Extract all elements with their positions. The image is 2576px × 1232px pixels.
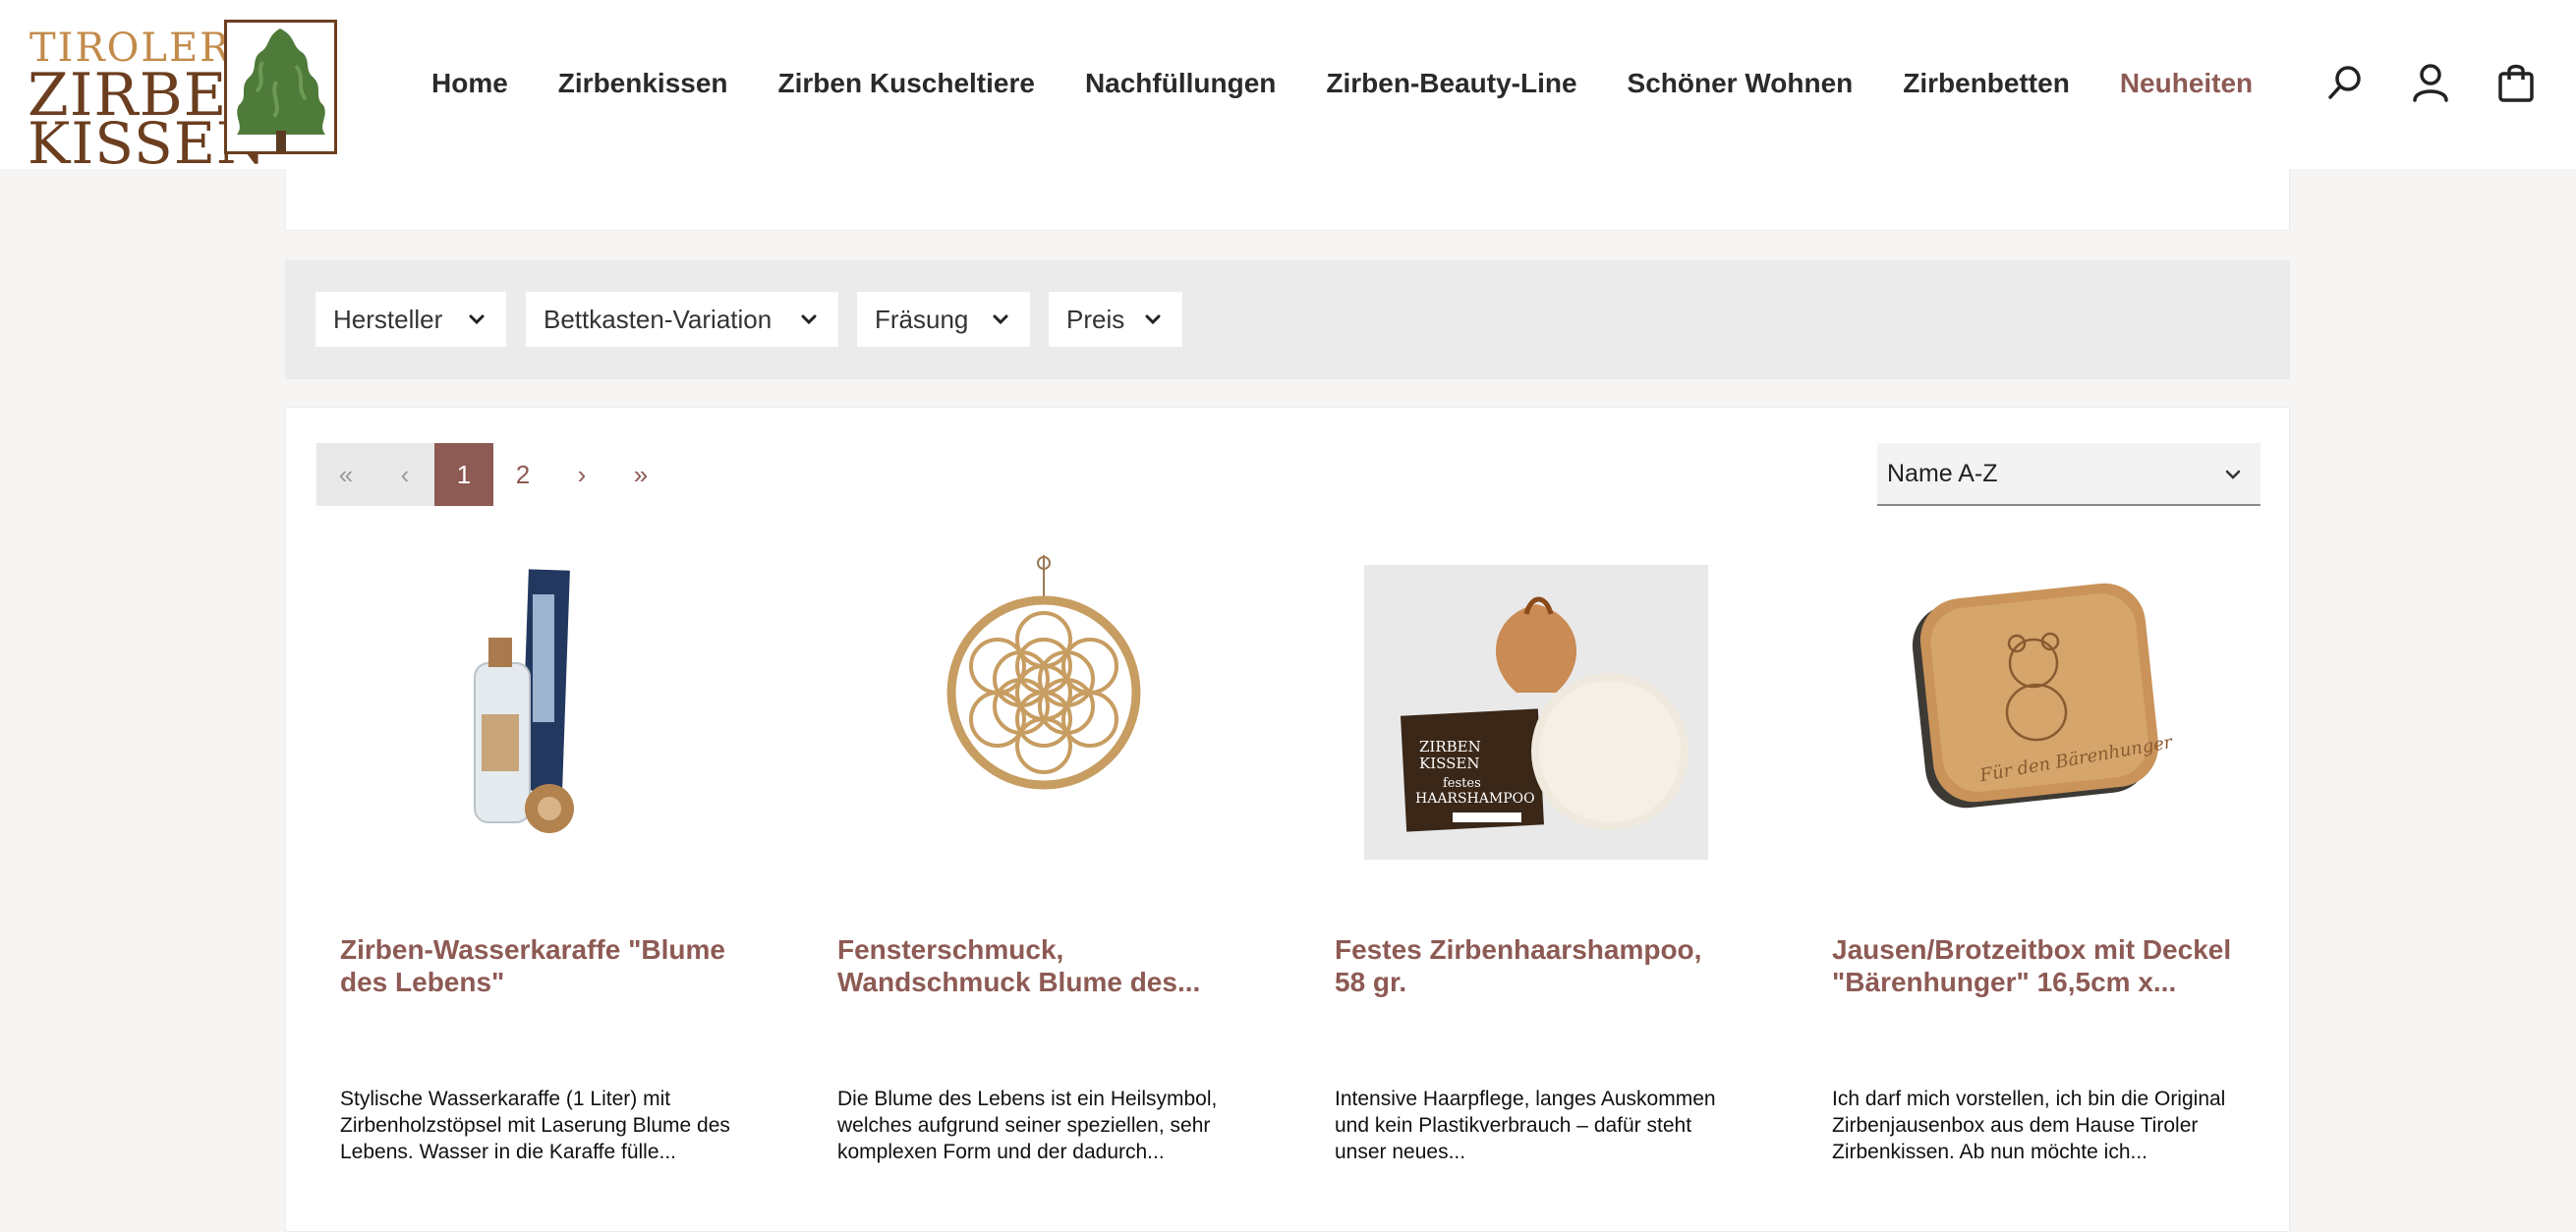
pagination-page-2[interactable]: 2 (493, 443, 552, 506)
chevron-down-icon (1145, 314, 1161, 325)
pagination-page-1[interactable]: 1 (434, 443, 493, 506)
product-image[interactable]: ZIRBEN KISSEN festes HAARSHAMPOO (1335, 555, 1747, 860)
shampoo-label-festes: festes (1443, 776, 1481, 791)
filter-preis[interactable]: Preis (1049, 292, 1182, 347)
cart-icon[interactable] (2494, 61, 2538, 104)
product-title[interactable]: Jausen/Brotzeitbox mit Deckel "Bärenhung… (1832, 933, 2235, 998)
shampoo-label-kissen: KISSEN (1419, 755, 1480, 772)
product-title[interactable]: Festes Zirbenhaarshampoo, 58 gr. (1335, 933, 1738, 998)
chevron-down-icon (469, 314, 485, 325)
sort-select[interactable]: Name A-Z (1877, 443, 2261, 506)
pagination: « ‹ 1 2 › » (316, 443, 670, 506)
shampoo-label-haarshampoo: HAARSHAMPOO (1415, 791, 1535, 807)
filter-hersteller[interactable]: Hersteller (315, 292, 506, 347)
nav-item-home[interactable]: Home (431, 68, 508, 99)
nav-item-zirben-kuscheltiere[interactable]: Zirben Kuscheltiere (778, 68, 1035, 99)
site-header: TIROLER ZIRBEN KISSEN Home Zirbenkissen … (0, 0, 2576, 177)
content-top-card (285, 169, 2290, 231)
nav-item-neuheiten[interactable]: Neuheiten (2120, 68, 2253, 99)
product-image[interactable]: Für den Bärenhunger (1832, 555, 2245, 860)
product-description: Stylische Wasserkaraffe (1 Liter) mit Zi… (340, 1088, 730, 1163)
sort-selected-value: Name A-Z (1887, 459, 1998, 487)
chevron-down-icon (801, 314, 817, 325)
logo[interactable]: TIROLER ZIRBEN KISSEN (28, 20, 337, 177)
filter-label: Fräsung (875, 304, 969, 334)
filter-label: Preis (1066, 304, 1125, 334)
pagination-first[interactable]: « (316, 443, 375, 506)
filter-label: Bettkasten-Variation (544, 304, 773, 334)
pagination-last[interactable]: » (611, 443, 670, 506)
product-title[interactable]: Fensterschmuck, Wandschmuck Blume des... (837, 933, 1240, 998)
product-listing: « ‹ 1 2 › » Name A-Z Zirben-Wasserkaraff… (285, 407, 2290, 1232)
product-description: Ich darf mich vorstellen, ich bin die Or… (1832, 1088, 2226, 1163)
product-image[interactable] (837, 555, 1250, 860)
filter-bar: Hersteller Bettkasten-Variation Fräsung … (285, 260, 2290, 379)
nav-item-schoener-wohnen[interactable]: Schöner Wohnen (1628, 68, 1854, 99)
chevron-down-icon (2225, 470, 2241, 479)
search-icon[interactable] (2323, 61, 2367, 104)
nav-item-zirbenbetten[interactable]: Zirbenbetten (1903, 68, 2070, 99)
product-description: Die Blume des Lebens ist ein Heilsymbol,… (837, 1088, 1218, 1163)
pagination-prev[interactable]: ‹ (375, 443, 434, 506)
filter-bettkasten-variation[interactable]: Bettkasten-Variation (526, 292, 838, 347)
main-nav: Home Zirbenkissen Zirben Kuscheltiere Na… (431, 63, 2303, 104)
account-icon[interactable] (2409, 61, 2452, 104)
shampoo-label-zirben: ZIRBEN (1419, 738, 1481, 756)
product-description: Intensive Haarpflege, langes Auskommen u… (1335, 1088, 1716, 1163)
nav-item-zirbenkissen[interactable]: Zirbenkissen (558, 68, 728, 99)
nav-item-zirben-beauty-line[interactable]: Zirben-Beauty-Line (1326, 68, 1576, 99)
product-image[interactable] (340, 555, 753, 860)
chevron-down-icon (993, 314, 1008, 325)
filter-label: Hersteller (333, 304, 443, 334)
product-title[interactable]: Zirben-Wasserkaraffe "Blume des Lebens" (340, 933, 743, 998)
pagination-next[interactable]: › (552, 443, 611, 506)
nav-item-nachfuellungen[interactable]: Nachfüllungen (1085, 68, 1276, 99)
tree-logo-icon (224, 20, 337, 154)
filter-fraesung[interactable]: Fräsung (857, 292, 1030, 347)
